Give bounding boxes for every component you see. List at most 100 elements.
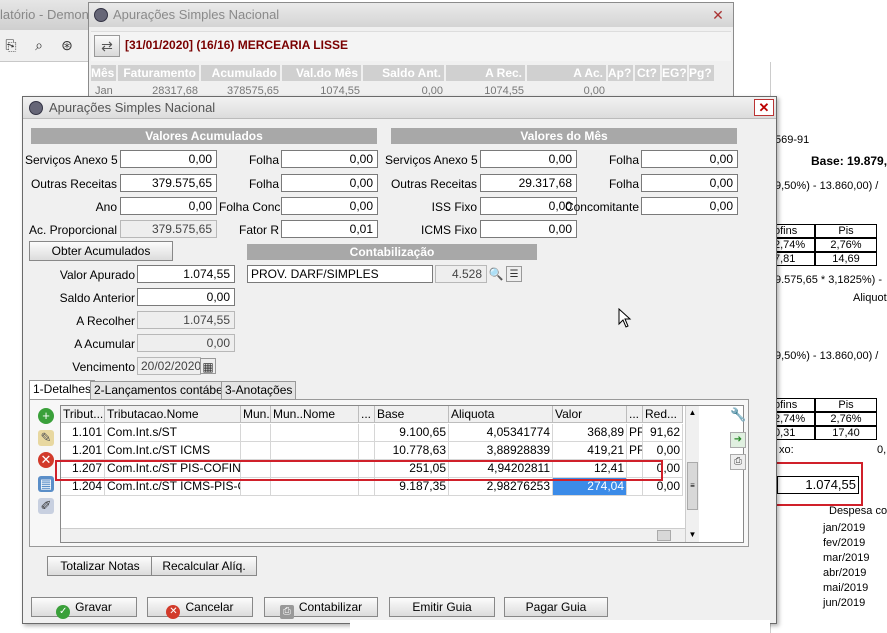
edit-form-icon[interactable]: ✐ <box>38 498 54 514</box>
acum-ano-field[interactable]: 0,00 <box>120 197 217 215</box>
search-icon[interactable]: 🔍 <box>488 266 504 282</box>
valor-apurado-field[interactable]: 1.074,55 <box>137 265 235 283</box>
mes-icms-field[interactable]: 0,00 <box>480 220 577 238</box>
report-page: 569-91 Base: 19.879, 9,50%) - 13.860,00)… <box>770 62 887 633</box>
report-cell: 2,74% <box>771 412 815 426</box>
recalcular-aliquota-button[interactable]: Recalcular Alíq. <box>151 556 257 576</box>
totalizar-notas-button[interactable]: Totalizar Notas <box>47 556 153 576</box>
grid-header[interactable]: Valor <box>553 406 627 423</box>
grid-header[interactable]: ... <box>359 406 375 423</box>
mes-folha2-field[interactable]: 0,00 <box>641 174 738 192</box>
binoculars-icon[interactable]: ⌕ <box>28 35 50 55</box>
grid-cell[interactable] <box>241 442 271 460</box>
back-grid-col[interactable]: Val.do Mês <box>282 65 362 81</box>
report-cell: 17,40 <box>815 426 877 440</box>
tab-lancamentos[interactable]: 2-Lançamentos contábeis <box>90 381 236 399</box>
grid-cell[interactable] <box>359 424 375 442</box>
conta-field[interactable]: PROV. DARF/SIMPLES <box>247 265 433 283</box>
obter-acumulados-button[interactable]: Obter Acumulados <box>29 241 173 261</box>
back-grid-col[interactable]: Ct? <box>635 65 661 81</box>
mes-outras-field[interactable]: 29.317,68 <box>480 174 577 192</box>
export-arrow-icon[interactable]: ➜ <box>730 432 746 448</box>
back-window-close-icon[interactable]: ✕ <box>709 7 727 23</box>
calendar-icon[interactable]: ▦ <box>200 358 216 374</box>
back-grid-col[interactable]: Saldo Ant. <box>363 65 445 81</box>
grid-cell[interactable]: 1.101 <box>61 424 105 442</box>
grid-cell[interactable]: PR <box>627 424 643 442</box>
back-grid-col[interactable]: EG? <box>662 65 688 81</box>
dialog-close-button[interactable]: ✕ <box>754 99 774 116</box>
tab-anotacoes[interactable]: 3-Anotações <box>221 381 297 399</box>
emitir-guia-button[interactable]: Emitir Guia <box>389 597 495 617</box>
acum-outras-field[interactable]: 379.575,65 <box>120 174 217 192</box>
grid-cell[interactable]: 368,89 <box>553 424 627 442</box>
grid-horizontal-scrollbar[interactable] <box>61 528 685 542</box>
mes-concomitante-field[interactable]: 0,00 <box>641 197 738 215</box>
grid-cell[interactable]: PR <box>627 442 643 460</box>
vencimento-field[interactable]: 20/02/2020 <box>137 357 201 375</box>
cancelar-button[interactable]: ✕ Cancelar <box>147 597 253 619</box>
grid-header[interactable]: Tribut... <box>61 406 105 423</box>
grid-cell[interactable]: 10.778,63 <box>375 442 449 460</box>
delete-icon[interactable]: ✕ <box>38 452 54 468</box>
back-grid-col[interactable]: A Ac. <box>527 65 607 81</box>
back-grid-col[interactable]: Ap? <box>608 65 634 81</box>
grid-cell[interactable]: Com.Int.c/ST ICMS <box>105 442 241 460</box>
grid-vertical-scrollbar[interactable]: ▲ ≡ ▼ <box>685 406 699 542</box>
grid-cell[interactable]: 9.100,65 <box>375 424 449 442</box>
acum-folhaconc-field[interactable]: 0,00 <box>281 197 378 215</box>
add-icon[interactable]: + <box>38 408 54 424</box>
saldo-anterior-field[interactable]: 0,00 <box>137 288 235 306</box>
acum-fatorr-field[interactable]: 0,01 <box>281 220 378 238</box>
mes-folha1-field[interactable]: 0,00 <box>641 150 738 168</box>
tab-detalhes[interactable]: 1-Detalhes <box>29 380 96 400</box>
wrench-icon[interactable]: 🔧 <box>730 408 746 424</box>
acum-servicos-field[interactable]: 0,00 <box>120 150 217 168</box>
grid-header[interactable]: Mun..Nome <box>271 406 359 423</box>
scroll-down-icon[interactable]: ▼ <box>686 528 699 542</box>
grid-cell[interactable] <box>271 424 359 442</box>
grid-cell[interactable]: 0,00 <box>643 442 683 460</box>
grid-cell[interactable]: 4,05341774 <box>449 424 553 442</box>
acum-folha2-field[interactable]: 0,00 <box>281 174 378 192</box>
list-icon[interactable]: ☰ <box>506 266 522 282</box>
edit-icon[interactable]: ✎ <box>38 430 54 446</box>
back-grid-col[interactable]: Pg? <box>689 65 715 81</box>
grid-cell[interactable] <box>271 442 359 460</box>
report-cell: Pis <box>815 224 877 238</box>
grid-cell[interactable] <box>359 442 375 460</box>
grid-header[interactable]: Red... <box>643 406 683 423</box>
scroll-thumb[interactable]: ≡ <box>687 462 698 510</box>
gravar-button[interactable]: ✓ Gravar <box>31 597 137 619</box>
scroll-up-icon[interactable]: ▲ <box>686 406 699 420</box>
grid-cell[interactable]: Com.Int.s/ST <box>105 424 241 442</box>
grid-cell[interactable]: 91,62 <box>643 424 683 442</box>
pagar-guia-button[interactable]: Pagar Guia <box>504 597 608 617</box>
grid-header[interactable]: ... <box>627 406 643 423</box>
grid-header[interactable]: Base <box>375 406 449 423</box>
h-scroll-thumb[interactable] <box>657 530 671 541</box>
grid-header[interactable]: Aliquota <box>449 406 553 423</box>
back-grid-col[interactable]: Faturamento <box>118 65 200 81</box>
back-grid-col[interactable]: Acumulado <box>201 65 281 81</box>
back-grid-col[interactable]: Mês <box>91 65 117 81</box>
mes-servicos-field[interactable]: 0,00 <box>480 150 577 168</box>
grid-cell[interactable]: 3,88928839 <box>449 442 553 460</box>
grid-config-icon[interactable]: ▤ <box>38 476 54 492</box>
export-icon[interactable]: ⎘ <box>0 35 22 55</box>
grid-header[interactable]: Mun. <box>241 406 271 423</box>
grid-cell[interactable]: 419,21 <box>553 442 627 460</box>
grid-cell[interactable] <box>241 424 271 442</box>
acum-folha1-field[interactable]: 0,00 <box>281 150 378 168</box>
swap-arrows-icon[interactable]: ⇄ <box>94 35 120 57</box>
mes-concomitante-label: Concomitante <box>564 200 639 214</box>
back-grid-col[interactable]: A Rec. <box>446 65 526 81</box>
binoculars-next-icon[interactable]: ⊛ <box>56 35 78 55</box>
contabilizar-button[interactable]: ⎙ Contabilizar <box>264 597 378 619</box>
grid-cell[interactable]: 1.201 <box>61 442 105 460</box>
grid-header[interactable]: Tributacao.Nome <box>105 406 241 423</box>
report-cell: 2,76% <box>815 238 877 252</box>
acum-ano-label: Ano <box>95 200 117 214</box>
print-icon[interactable]: ⎙ <box>730 454 746 470</box>
report-cell: Pis <box>815 398 877 412</box>
